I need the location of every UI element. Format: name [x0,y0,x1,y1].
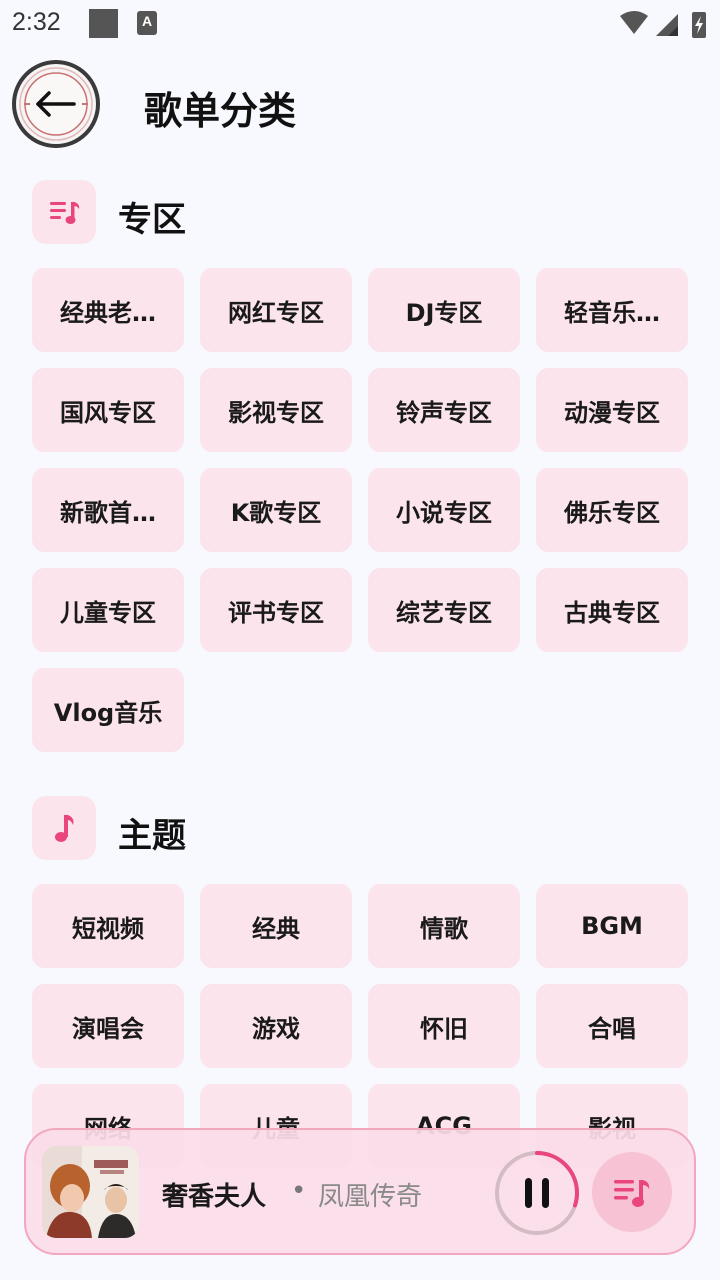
wifi-signal-battery-icon [620,11,706,38]
zone-chip[interactable]: 综艺专区 [368,568,520,652]
chip-label: 情歌 [420,914,468,943]
theme-chip[interactable]: 演唱会 [32,984,184,1068]
status-icons [618,8,710,40]
chip-label: BGM [581,912,643,940]
chip-label: 影视专区 [228,398,324,427]
status-bar: 2:32 A [0,0,720,50]
playlist-queue-icon [614,1180,650,1207]
zone-chip[interactable]: 铃声专区 [368,368,520,452]
chip-label: 小说专区 [396,498,492,527]
zone-chip[interactable]: 新歌首… [32,468,184,552]
now-playing-artist: 凤凰传奇 [318,1182,423,1212]
page-title: 歌单分类 [144,89,297,133]
title-separator: • [291,1176,307,1206]
chip-label: 新歌首… [60,498,156,527]
status-time: 2:32 [12,8,61,36]
chip-label: 经典老… [60,298,156,327]
theme-chip[interactable]: 合唱 [536,984,688,1068]
theme-chip[interactable]: 情歌 [368,884,520,968]
pause-icon [495,1151,579,1235]
chip-label: 演唱会 [72,1014,144,1043]
chip-label: 合唱 [588,1014,636,1043]
chip-label: 国风专区 [60,398,156,427]
zone-chip[interactable]: 动漫专区 [536,368,688,452]
chip-label: 综艺专区 [396,598,492,627]
chip-label: 儿童专区 [60,598,156,627]
zone-chip[interactable]: 网红专区 [200,268,352,352]
zone-chip[interactable]: Vlog音乐 [32,668,184,752]
zone-chip[interactable]: 影视专区 [200,368,352,452]
chip-label: 网红专区 [228,298,324,327]
zone-chip[interactable]: 国风专区 [32,368,184,452]
zone-chip[interactable]: 评书专区 [200,568,352,652]
chip-label: K歌专区 [230,498,322,527]
theme-chip[interactable]: 怀旧 [368,984,520,1068]
notification-a-letter: A [141,13,153,29]
album-cover[interactable] [42,1146,139,1238]
section-title-zones: 专区 [118,200,186,240]
chip-label: Vlog音乐 [53,698,163,727]
chip-label: 经典 [252,914,300,943]
zone-chip[interactable]: 经典老… [32,268,184,352]
chip-label: 动漫专区 [564,398,660,427]
music-note-icon [32,796,96,860]
playlist-queue-button[interactable] [592,1152,672,1232]
play-pause-button[interactable] [492,1148,582,1238]
zone-chip[interactable]: 儿童专区 [32,568,184,652]
zone-chip[interactable]: K歌专区 [200,468,352,552]
chip-label: 轻音乐… [564,298,660,327]
notification-a-icon: A [137,11,157,35]
back-arrow-icon [12,60,100,148]
back-button[interactable] [10,58,102,150]
chip-label: 评书专区 [228,598,324,627]
chip-label: 佛乐专区 [564,498,660,527]
zone-chip[interactable]: 古典专区 [536,568,688,652]
theme-grid: 短视频经典情歌BGM演唱会游戏怀旧合唱网络儿童ACG影视 [32,884,688,1168]
mini-player[interactable]: 奢香夫人 • 凤凰传奇 [24,1128,696,1255]
playlist-icon [32,180,96,244]
theme-chip[interactable]: BGM [536,884,688,968]
theme-chip[interactable]: 短视频 [32,884,184,968]
section-title-themes: 主题 [118,816,186,856]
notification-square-icon [89,9,118,38]
chip-label: 怀旧 [420,1014,468,1043]
theme-chip[interactable]: 经典 [200,884,352,968]
chip-label: 游戏 [252,1014,300,1043]
chip-label: 古典专区 [564,598,660,627]
theme-chip[interactable]: 游戏 [200,984,352,1068]
now-playing-title: 奢香夫人 [162,1182,267,1212]
chip-label: 铃声专区 [396,398,492,427]
zone-grid: 经典老… 网红专区 DJ专区 轻音乐… 国风专区 影视专区 铃声专区 动漫专区新歌首… K歌专区… [32,268,688,752]
zone-chip[interactable]: 轻音乐… [536,268,688,352]
zone-chip[interactable]: 佛乐专区 [536,468,688,552]
chip-label: DJ专区 [405,298,483,327]
zone-chip[interactable]: DJ专区 [368,268,520,352]
chip-label: 短视频 [72,914,144,943]
zone-chip[interactable]: 小说专区 [368,468,520,552]
